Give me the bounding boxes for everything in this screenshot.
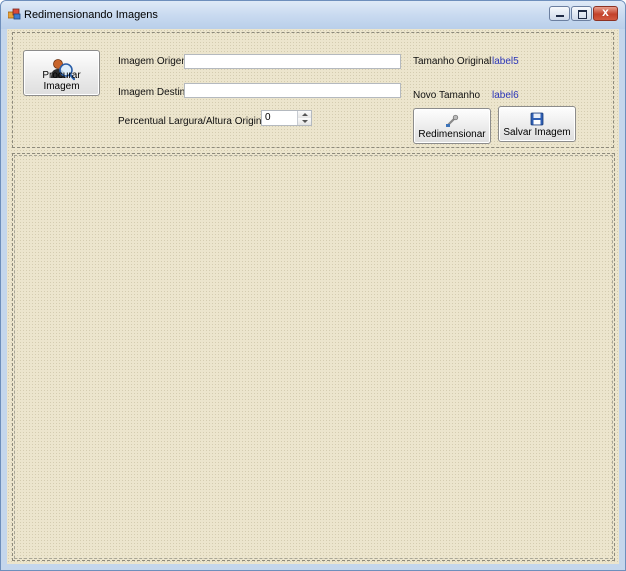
percent-value: 0 <box>265 112 271 123</box>
window-title: Redimensionando Imagens <box>24 9 158 21</box>
resize-tool-icon <box>446 114 459 127</box>
resize-label: Redimensionar <box>418 129 486 140</box>
app-window: Redimensionando Imagens x Procurar Image… <box>0 0 626 571</box>
form-client-area: Procurar Imagem Imagem Origem Imagem Des… <box>7 29 619 564</box>
dest-image-label: Imagem Destino <box>118 87 191 98</box>
save-image-label: Salvar Imagem <box>503 127 571 138</box>
controls-panel: Procurar Imagem Imagem Origem Imagem Des… <box>12 32 614 148</box>
save-image-button[interactable]: Salvar Imagem <box>498 106 576 142</box>
stepper-buttons <box>297 111 311 125</box>
app-icon <box>8 8 21 20</box>
close-icon: x <box>602 5 609 19</box>
minimize-icon <box>556 15 564 17</box>
percent-label: Percentual Largura/Altura Original <box>118 116 270 127</box>
maximize-icon <box>578 10 587 19</box>
resize-button[interactable]: Redimensionar <box>413 108 491 144</box>
new-size-label: Novo Tamanho <box>413 90 481 101</box>
browse-image-button[interactable]: Procurar Imagem <box>23 50 100 96</box>
source-image-label: Imagem Origem <box>118 56 190 67</box>
dest-image-input[interactable] <box>184 83 401 98</box>
floppy-disk-icon <box>530 112 544 126</box>
image-preview-panel <box>12 153 615 561</box>
new-size-value: label6 <box>492 90 519 101</box>
original-size-value: label5 <box>492 56 519 67</box>
percent-stepper[interactable]: 0 <box>261 110 312 126</box>
maximize-button[interactable] <box>571 6 592 21</box>
title-bar[interactable]: Redimensionando Imagens x <box>1 1 625 29</box>
chevron-up-icon <box>302 113 308 116</box>
stepper-down-button[interactable] <box>298 118 311 125</box>
chevron-down-icon <box>302 120 308 123</box>
close-button[interactable]: x <box>593 5 618 21</box>
minimize-button[interactable] <box>549 6 570 21</box>
original-size-label: Tamanho Original <box>413 56 492 67</box>
browse-image-label: Procurar Imagem <box>42 70 81 92</box>
source-image-input[interactable] <box>184 54 401 69</box>
